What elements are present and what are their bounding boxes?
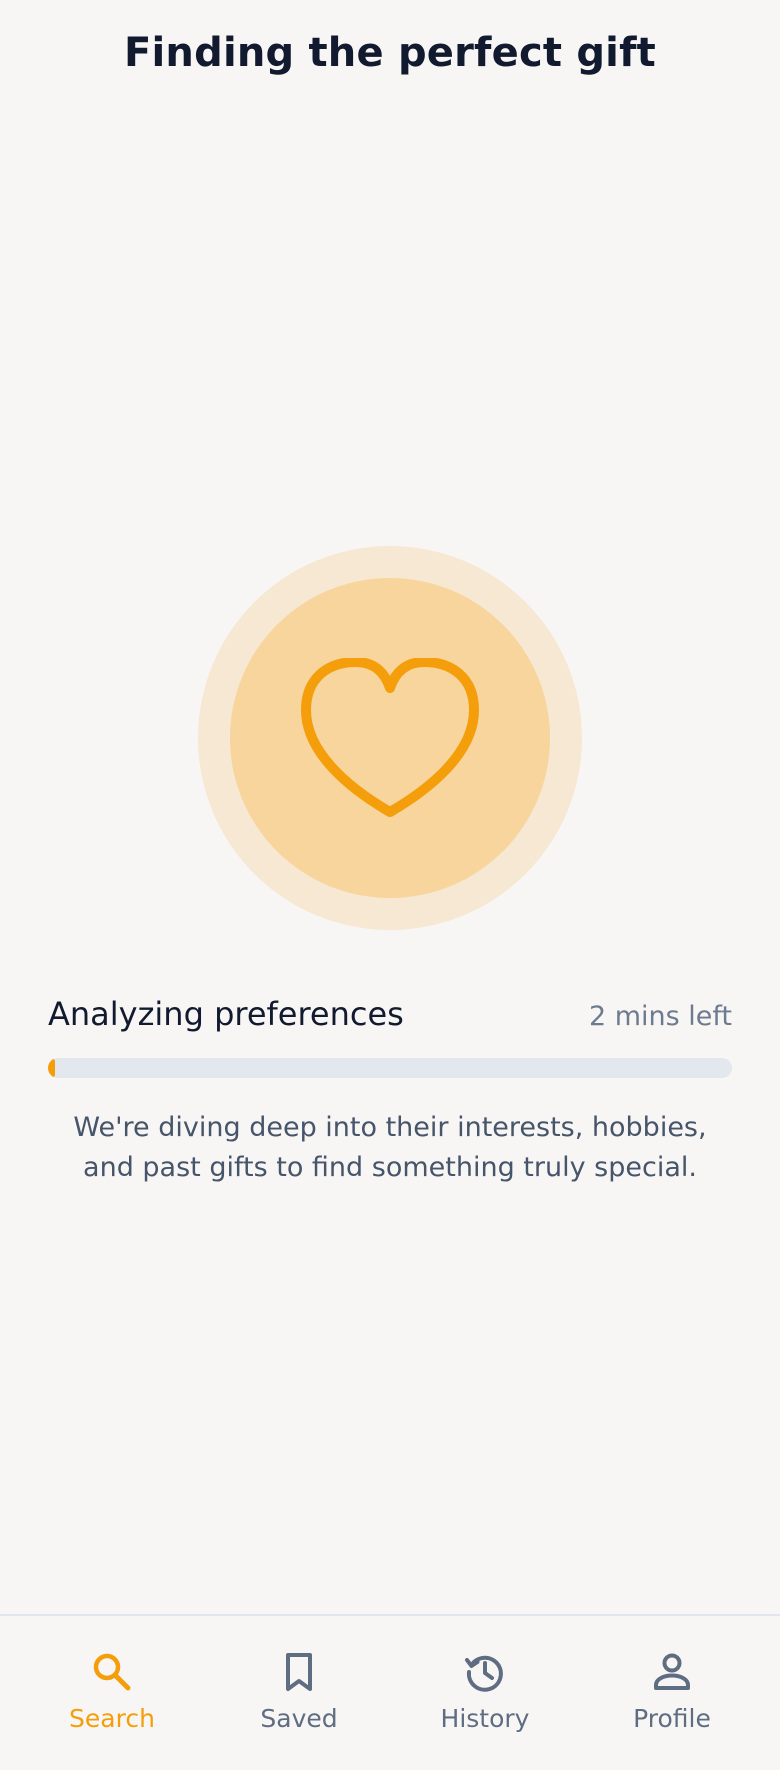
nav-label-history: History bbox=[440, 1704, 530, 1733]
nav-item-history[interactable]: History bbox=[392, 1650, 578, 1746]
gift-search-animation bbox=[198, 546, 582, 930]
status-label: Analyzing preferences bbox=[48, 995, 404, 1033]
nav-item-profile[interactable]: Profile bbox=[579, 1650, 765, 1746]
bookmark-icon bbox=[286, 1653, 312, 1691]
nav-label-search: Search bbox=[69, 1704, 155, 1733]
nav-item-search[interactable]: Search bbox=[19, 1650, 205, 1746]
page-title: Finding the perfect gift bbox=[124, 30, 656, 76]
profile-icon bbox=[654, 1653, 690, 1690]
nav-label-saved: Saved bbox=[260, 1704, 338, 1733]
bottom-navigation: Search Saved History Profile bbox=[0, 1614, 780, 1770]
nav-item-saved[interactable]: Saved bbox=[206, 1650, 392, 1746]
time-remaining: 2 mins left bbox=[588, 1001, 732, 1032]
search-icon bbox=[93, 1653, 131, 1691]
history-icon bbox=[465, 1655, 503, 1692]
hero-inner-circle bbox=[230, 578, 550, 898]
progress-bar bbox=[48, 1058, 732, 1078]
progress-bar-fill bbox=[48, 1058, 55, 1078]
heart-icon bbox=[301, 658, 479, 817]
nav-label-profile: Profile bbox=[633, 1704, 711, 1733]
status-description: We're diving deep into their interests, … bbox=[73, 1112, 707, 1183]
